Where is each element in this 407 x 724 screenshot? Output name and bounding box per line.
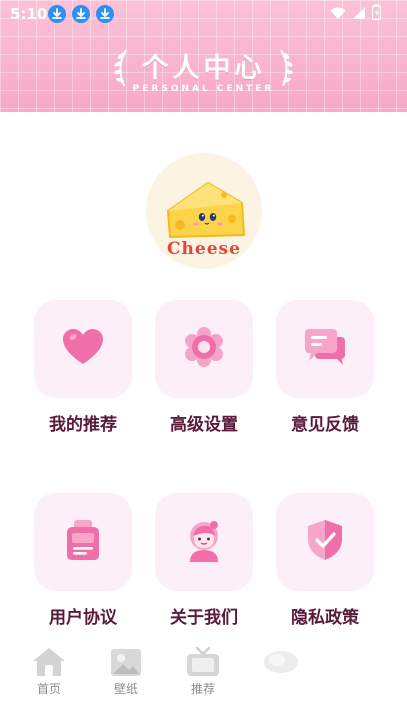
- girl-avatar-icon: [184, 518, 224, 566]
- download-icon: [96, 5, 114, 23]
- wallpaper-icon: [111, 649, 141, 676]
- status-time: 5:10: [10, 5, 48, 23]
- menu-tile-about-us[interactable]: [155, 493, 253, 591]
- status-bar: 5:10: [0, 0, 407, 28]
- menu-label: 隐私政策: [291, 608, 359, 628]
- avatar-label: Cheese: [167, 239, 241, 259]
- download-icon: [48, 5, 66, 23]
- menu-label: 高级设置: [170, 415, 238, 435]
- home-icon: [33, 648, 65, 676]
- bottom-nav: 首页 壁纸 推荐: [0, 640, 407, 724]
- nav-label: 首页: [36, 682, 61, 696]
- chat-bubbles-icon: [303, 327, 347, 371]
- status-indicators: [330, 4, 382, 24]
- nav-item-wallpaper[interactable]: 壁纸: [96, 640, 156, 697]
- page-subtitle: PERSONAL CENTER: [132, 84, 275, 94]
- tv-icon: [187, 646, 219, 676]
- header-banner: 5:10 个人中心 PERSONAL CENTER: [0, 0, 407, 112]
- page-title-block: 个人中心 PERSONAL CENTER: [0, 46, 407, 94]
- wifi-icon: [330, 5, 346, 24]
- page-title: 个人中心: [141, 53, 266, 84]
- avatar[interactable]: Cheese: [146, 153, 262, 269]
- menu-tile-user-agreement[interactable]: [34, 493, 132, 591]
- menu-tile-privacy-policy[interactable]: [276, 493, 374, 591]
- signal-icon: [352, 5, 366, 24]
- menu-label: 关于我们: [170, 608, 238, 628]
- clipboard-icon: [64, 519, 102, 565]
- menu-tile-feedback[interactable]: [276, 300, 374, 398]
- flower-settings-icon: [183, 326, 225, 372]
- menu-tile-my-recommendations[interactable]: [34, 300, 132, 398]
- nav-item-profile[interactable]: [251, 640, 311, 680]
- shield-check-icon: [306, 519, 344, 565]
- menu-tile-advanced-settings[interactable]: [155, 300, 253, 398]
- nav-label: 壁纸: [113, 682, 138, 696]
- nav-label: 推荐: [190, 682, 215, 696]
- menu-label: 用户协议: [49, 608, 117, 628]
- nav-item-home[interactable]: 首页: [19, 640, 79, 697]
- profile-icon: [264, 651, 298, 673]
- menu-label: 我的推荐: [49, 415, 117, 435]
- nav-item-recommend[interactable]: 推荐: [173, 640, 233, 697]
- battery-icon: [371, 4, 382, 24]
- download-icon: [72, 5, 90, 23]
- heart-icon: [62, 328, 104, 370]
- menu-label: 意见反馈: [291, 415, 359, 435]
